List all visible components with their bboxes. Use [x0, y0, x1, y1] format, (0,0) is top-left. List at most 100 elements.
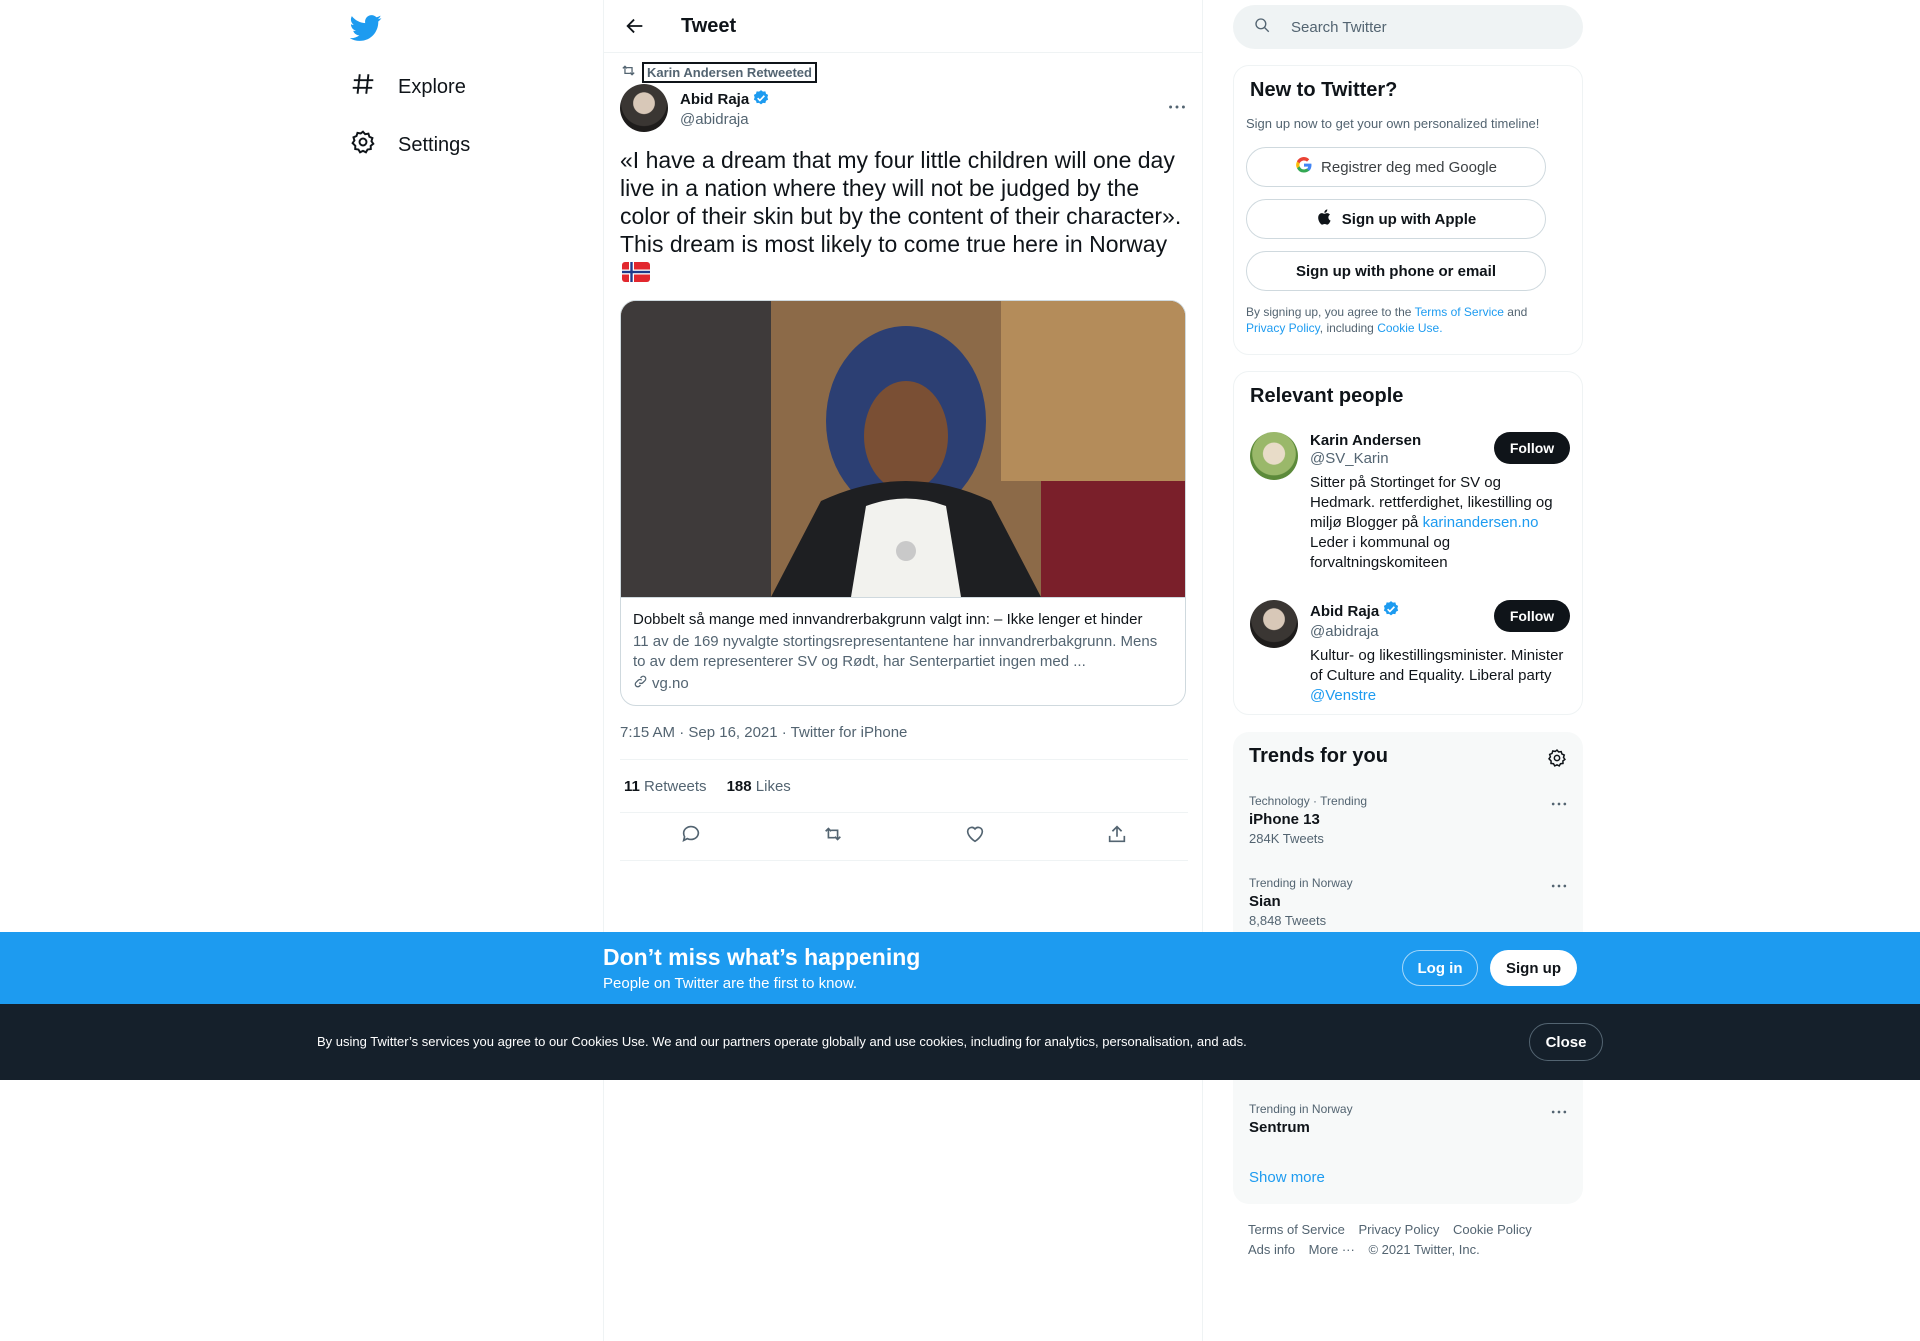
follow-button[interactable]: Follow	[1494, 600, 1570, 632]
more-options-icon[interactable]	[1549, 1102, 1569, 1122]
more-options-icon[interactable]	[1549, 794, 1569, 814]
avatar[interactable]	[1250, 600, 1298, 648]
hashtag-icon	[350, 71, 376, 103]
card-domain: vg.no	[652, 675, 689, 692]
person-bio: Kultur- og likestillingsminister. Minist…	[1310, 647, 1564, 704]
person-bio: Sitter på Stortinget for SV og Hedmark. …	[1310, 474, 1553, 571]
likes-stat[interactable]: 188 Likes	[727, 778, 791, 795]
signup-bar: Don’t miss what’s happening People on Tw…	[0, 932, 1920, 1004]
terms-link[interactable]: Terms of Service	[1415, 305, 1504, 319]
footer-copyright: © 2021 Twitter, Inc.	[1368, 1242, 1480, 1257]
verified-badge-icon	[1382, 600, 1400, 622]
tweet-stats: 11 Retweets 188 Likes	[620, 760, 1188, 813]
trend-meta: Trending in Norway	[1249, 1102, 1353, 1116]
main-column: Tweet Karin Andersen Retweeted Abid Raja…	[603, 0, 1203, 1341]
phone-signup-label: Sign up with phone or email	[1295, 262, 1496, 280]
signup-button[interactable]: Sign up	[1490, 950, 1577, 986]
tweet-timestamp[interactable]: 7:15 AM · Sep 16, 2021 · Twitter for iPh…	[620, 724, 1188, 760]
footer-cookie-link[interactable]: Cookie Policy	[1453, 1222, 1532, 1237]
privacy-link[interactable]: Privacy Policy	[1246, 321, 1320, 335]
trend-count: 284K Tweets	[1249, 831, 1324, 846]
back-arrow-icon[interactable]	[624, 15, 646, 37]
trend-count: 8,848 Tweets	[1249, 913, 1327, 928]
signup-panel: New to Twitter? Sign up now to get your …	[1233, 65, 1583, 355]
trend-name: iPhone 13	[1249, 811, 1320, 828]
google-signup-button[interactable]: Registrer deg med Google	[1246, 147, 1546, 187]
signup-legal: By signing up, you agree to the Terms of…	[1246, 305, 1528, 335]
person-karin-andersen[interactable]: Karin Andersen @SV_Karin Sitter på Stort…	[1250, 432, 1570, 582]
retweet-icon	[620, 62, 637, 82]
trends-title: Trends for you	[1249, 745, 1388, 767]
search-input[interactable]	[1291, 18, 1551, 36]
main-header: Tweet	[604, 0, 1202, 53]
tweet-author: Abid Raja @abidraja	[620, 84, 1188, 132]
card-title: Dobbelt så mange med innvandrerbakgrunn …	[633, 611, 1143, 628]
tweet-actions	[620, 813, 1188, 861]
gear-icon	[350, 129, 376, 161]
link-icon	[633, 674, 648, 693]
trend-item[interactable]: Trending in Norway Sentrum	[1249, 1102, 1569, 1136]
avatar[interactable]	[620, 84, 668, 132]
show-more-link[interactable]: Show more	[1249, 1169, 1325, 1186]
tweet-body: «I have a dream that my four little chil…	[620, 147, 1182, 257]
person-name[interactable]: Abid Raja	[1310, 603, 1379, 620]
share-icon[interactable]	[1106, 823, 1128, 850]
signup-subtitle: Sign up now to get your own personalized…	[1246, 116, 1540, 131]
cookie-banner: By using Twitter’s services you agree to…	[0, 1004, 1920, 1080]
gear-icon[interactable]	[1547, 748, 1567, 768]
retweets-stat[interactable]: 11 Retweets	[624, 778, 707, 795]
avatar[interactable]	[1250, 432, 1298, 480]
retweeted-by-link[interactable]: Karin Andersen Retweeted	[642, 61, 817, 83]
nav-settings-label: Settings	[398, 133, 471, 156]
signup-bar-title: Don’t miss what’s happening	[603, 944, 921, 970]
trend-name: Sian	[1249, 893, 1281, 910]
phone-email-signup-button[interactable]: Sign up with phone or email	[1246, 251, 1546, 291]
footer-terms-link[interactable]: Terms of Service	[1248, 1222, 1345, 1237]
login-button[interactable]: Log in	[1402, 950, 1478, 986]
apple-signup-label: Sign up with Apple	[1341, 210, 1477, 228]
author-handle[interactable]: @abidraja	[680, 111, 770, 128]
twitter-bird-icon[interactable]	[349, 12, 382, 44]
more-options-icon[interactable]	[1549, 876, 1569, 896]
cookie-text: By using Twitter’s services you agree to…	[317, 1034, 1247, 1049]
like-heart-icon[interactable]	[964, 823, 986, 850]
card-image	[621, 301, 1185, 597]
footer-privacy-link[interactable]: Privacy Policy	[1358, 1222, 1439, 1237]
bio-link[interactable]: karinandersen.no	[1423, 514, 1539, 531]
relevant-people-title: Relevant people	[1250, 385, 1404, 407]
footer-more-link[interactable]: More ···	[1309, 1242, 1355, 1257]
relevant-people-panel: Relevant people Karin Andersen @SV_Karin…	[1233, 371, 1583, 715]
link-card[interactable]: Dobbelt så mange med innvandrerbakgrunn …	[620, 300, 1186, 706]
more-options-icon[interactable]	[1166, 96, 1188, 118]
google-signup-label: Registrer deg med Google	[1321, 158, 1497, 176]
apple-icon	[1316, 208, 1334, 230]
retweet-button-icon[interactable]	[822, 823, 844, 850]
search-icon	[1233, 16, 1271, 39]
google-icon	[1295, 156, 1313, 178]
bio-mention-link[interactable]: @Venstre	[1310, 687, 1376, 704]
footer-links: Terms of Service Privacy Policy Cookie P…	[1248, 1220, 1578, 1260]
trend-item[interactable]: Technology · Trending iPhone 13 284K Twe…	[1249, 794, 1569, 846]
tweet: Karin Andersen Retweeted Abid Raja @abid…	[620, 61, 1188, 861]
page-title: Tweet	[681, 14, 737, 37]
person-abid-raja[interactable]: Abid Raja @abidraja Kultur- og likestill…	[1250, 600, 1570, 704]
trend-meta: Technology · Trending	[1249, 794, 1368, 808]
follow-button[interactable]: Follow	[1494, 432, 1570, 464]
nav-explore[interactable]: Explore	[340, 62, 466, 112]
cookie-use-link[interactable]: Cookie Use.	[1377, 321, 1442, 335]
nav-explore-label: Explore	[398, 75, 466, 98]
nav-settings[interactable]: Settings	[340, 120, 470, 170]
search-bar[interactable]	[1233, 5, 1583, 49]
card-description: 11 av de 169 nyvalgte stortingsrepresent…	[633, 633, 1158, 670]
retweet-context: Karin Andersen Retweeted	[620, 61, 1188, 83]
tweet-text: «I have a dream that my four little chil…	[620, 146, 1188, 286]
cookie-close-button[interactable]: Close	[1529, 1023, 1603, 1061]
reply-icon[interactable]	[680, 823, 702, 850]
signup-bar-subtitle: People on Twitter are the first to know.	[603, 975, 858, 992]
verified-badge-icon	[752, 89, 770, 111]
author-name[interactable]: Abid Raja	[680, 91, 749, 108]
trend-item[interactable]: Trending in Norway Sian 8,848 Tweets	[1249, 876, 1569, 928]
signup-title: New to Twitter?	[1250, 79, 1398, 101]
footer-ads-link[interactable]: Ads info	[1248, 1242, 1295, 1257]
apple-signup-button[interactable]: Sign up with Apple	[1246, 199, 1546, 239]
